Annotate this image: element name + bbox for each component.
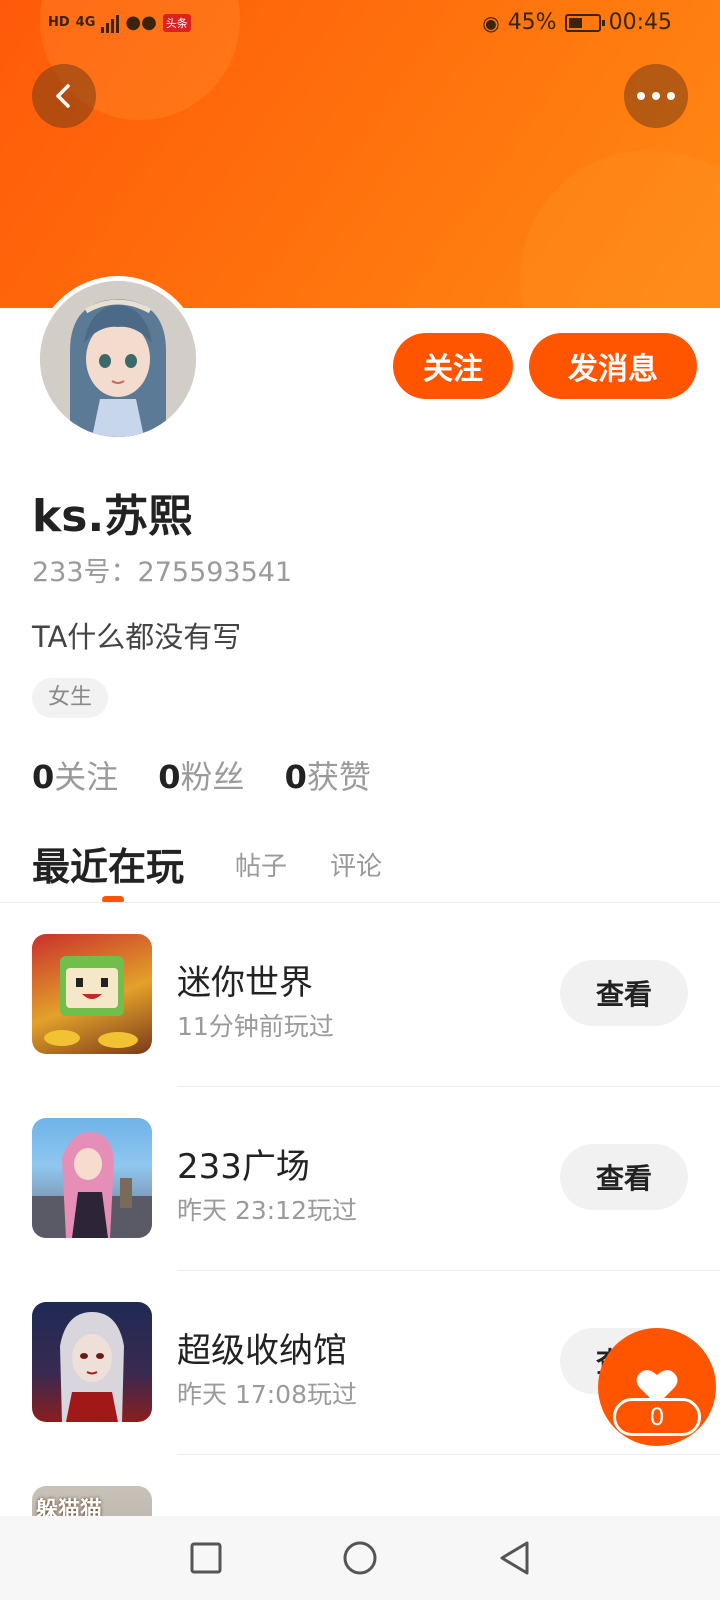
username: ks.苏熙: [32, 491, 193, 542]
battery-fill: [568, 17, 582, 28]
send-message-button[interactable]: 发消息: [529, 333, 697, 399]
game-name: 233广场: [177, 1147, 310, 1187]
followers-stat[interactable]: 0粉丝: [158, 752, 244, 798]
avatar-image: [40, 281, 196, 437]
game-icon: [32, 1118, 152, 1238]
following-count: 0: [32, 758, 55, 796]
likes-label: 获赞: [306, 758, 371, 796]
like-count-badge: 0: [613, 1398, 701, 1436]
profile-stats: 0关注 0粉丝 0获赞: [32, 752, 371, 798]
banner-decoration: [520, 150, 720, 308]
signal-icon: [101, 13, 120, 33]
233-plaza-icon: [32, 1131, 152, 1238]
followers-label: 粉丝: [180, 758, 245, 796]
tab-comments[interactable]: 评论: [330, 846, 382, 883]
game-name: 迷你世界: [177, 963, 313, 1003]
game-last-played: 昨天 23:12玩过: [177, 1196, 357, 1225]
account-id: 233号：275593541: [32, 557, 293, 588]
storage-hall-icon: [60, 1312, 124, 1422]
clock: 00:45: [608, 10, 672, 35]
toutiao-badge: 头条: [162, 13, 191, 32]
square-icon: [190, 1542, 222, 1574]
back-nav-button[interactable]: [490, 1534, 538, 1582]
avatar[interactable]: [35, 276, 201, 442]
profile-tabs: 最近在玩 帖子 评论: [32, 832, 692, 903]
followers-count: 0: [158, 758, 181, 796]
tab-posts[interactable]: 帖子: [235, 846, 287, 883]
game-name: 超级收纳馆: [177, 1331, 347, 1371]
tab-recent-games[interactable]: 最近在玩: [32, 836, 184, 891]
status-right: ◉ 45% 00:45: [482, 10, 672, 35]
triangle-back-icon: [500, 1541, 529, 1575]
view-button[interactable]: 查看: [560, 960, 688, 1026]
list-item[interactable]: 迷你世界 11分钟前玩过 查看: [0, 903, 720, 1087]
network-indicator: 4G: [75, 15, 96, 30]
eye-icon: ◉: [482, 10, 500, 35]
system-nav-bar: [0, 1516, 720, 1600]
chevron-left-icon: [56, 84, 70, 108]
wechat-icon: ●●: [125, 12, 157, 33]
more-button[interactable]: [624, 64, 688, 128]
game-icon: [32, 934, 152, 1054]
following-label: 关注: [54, 758, 119, 796]
back-button[interactable]: [32, 64, 96, 128]
gender-tag: 女生: [32, 678, 109, 718]
likes-count: 0: [284, 758, 307, 796]
recent-apps-button[interactable]: [182, 1534, 230, 1582]
circle-icon: [343, 1541, 377, 1575]
game-last-played: 11分钟前玩过: [177, 1012, 334, 1041]
more-dots-icon: [637, 92, 675, 100]
follow-button[interactable]: 关注: [393, 333, 513, 399]
avatar-illustration: [40, 281, 196, 437]
view-button[interactable]: 查看: [560, 1144, 688, 1210]
home-button[interactable]: [336, 1534, 384, 1582]
mini-world-icon: [44, 956, 138, 1048]
status-left: HD 4G ●● 头条: [48, 12, 191, 33]
bio: TA什么都没有写: [32, 620, 242, 654]
game-icon: [32, 1302, 152, 1422]
status-bar: HD 4G ●● 头条 ◉ 45% 00:45: [0, 0, 720, 50]
list-item[interactable]: 233广场 昨天 23:12玩过 查看: [0, 1087, 720, 1271]
hd-indicator: HD: [48, 15, 70, 30]
following-stat[interactable]: 0关注: [32, 752, 118, 798]
game-last-played: 昨天 17:08玩过: [177, 1380, 357, 1409]
battery-percent: 45%: [507, 10, 557, 35]
likes-stat[interactable]: 0获赞: [285, 752, 371, 798]
battery-icon: [564, 13, 605, 32]
